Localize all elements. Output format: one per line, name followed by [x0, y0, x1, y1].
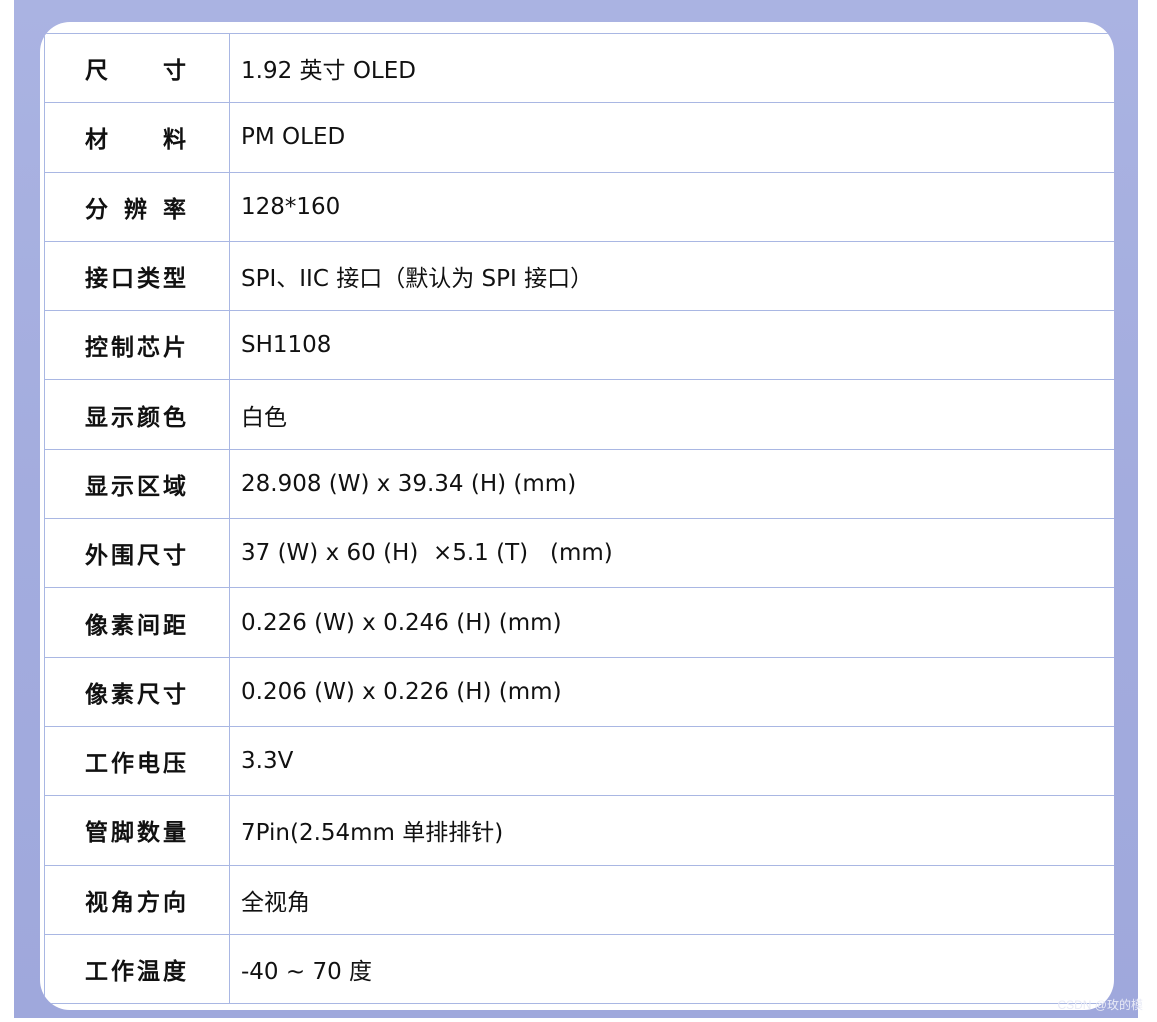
- spec-value: SPI、IIC 接口（默认为 SPI 接口）: [229, 240, 1114, 312]
- spec-label: 显示颜色: [85, 404, 187, 431]
- spec-label-cell: 工作温度: [44, 933, 230, 1005]
- spec-row: 外围尺寸 37 (W) x 60 (H) ×5.1 (T) (mm): [44, 518, 1114, 589]
- spec-label-cell: 显示区域: [44, 448, 230, 520]
- spec-label: 像素尺寸: [85, 681, 187, 708]
- spec-label: 材 料: [85, 127, 187, 154]
- spec-label: 分辨率: [85, 196, 187, 223]
- spec-label-cell: 外围尺寸: [44, 518, 230, 589]
- spec-card: 尺 寸 1.92 英寸 OLED 材 料 PM OLED 分辨率 128*160…: [40, 22, 1114, 1010]
- page: 尺 寸 1.92 英寸 OLED 材 料 PM OLED 分辨率 128*160…: [0, 0, 1157, 1022]
- watermark: CSDN @玫的模: [1057, 998, 1143, 1012]
- spec-value: 0.226 (W) x 0.246 (H) (mm): [229, 587, 1114, 658]
- spec-row: 像素尺寸 0.206 (W) x 0.226 (H) (mm): [44, 656, 1114, 727]
- spec-label: 管脚数量: [85, 820, 187, 847]
- spec-label: 接口类型: [85, 266, 187, 293]
- spec-row: 接口类型 SPI、IIC 接口（默认为 SPI 接口）: [44, 240, 1114, 312]
- spec-label: 视角方向: [85, 889, 187, 916]
- spec-label: 工作温度: [85, 959, 187, 985]
- spec-value: 全视角: [229, 864, 1114, 935]
- spec-row: 工作温度 -40 ~ 70 度: [44, 933, 1114, 1005]
- spec-label-cell: 像素尺寸: [44, 656, 230, 727]
- spec-label-cell: 像素间距: [44, 587, 230, 658]
- spec-value: PM OLED: [229, 102, 1114, 173]
- spec-row: 工作电压 3.3V: [44, 725, 1114, 797]
- spec-label-cell: 材 料: [44, 102, 230, 173]
- spec-label: 外围尺寸: [85, 543, 187, 570]
- spec-row: 材 料 PM OLED: [44, 102, 1114, 173]
- spec-row: 管脚数量 7Pin(2.54mm 单排排针): [44, 795, 1114, 866]
- spec-label-cell: 分辨率: [44, 171, 230, 242]
- spec-label-cell: 显示颜色: [44, 379, 230, 450]
- spec-value: 白色: [229, 379, 1114, 450]
- spec-label: 尺 寸: [85, 58, 187, 85]
- spec-table: 尺 寸 1.92 英寸 OLED 材 料 PM OLED 分辨率 128*160…: [44, 32, 1114, 1005]
- spec-label: 像素间距: [85, 612, 187, 639]
- spec-label: 控制芯片: [85, 335, 187, 362]
- spec-value: 28.908 (W) x 39.34 (H) (mm): [229, 448, 1114, 520]
- spec-row: 显示颜色 白色: [44, 379, 1114, 450]
- spec-row: 尺 寸 1.92 英寸 OLED: [44, 32, 1114, 104]
- spec-label-cell: 尺 寸: [44, 32, 230, 104]
- spec-value: 37 (W) x 60 (H) ×5.1 (T) (mm): [229, 518, 1114, 589]
- spec-value: 7Pin(2.54mm 单排排针): [229, 795, 1114, 866]
- spec-value: 1.92 英寸 OLED: [229, 32, 1114, 104]
- spec-label: 显示区域: [85, 473, 187, 500]
- spec-label-cell: 控制芯片: [44, 310, 230, 381]
- spec-label-cell: 管脚数量: [44, 795, 230, 866]
- spec-value: SH1108: [229, 310, 1114, 381]
- spec-label-cell: 工作电压: [44, 725, 230, 797]
- spec-row: 视角方向 全视角: [44, 864, 1114, 935]
- spec-row: 分辨率 128*160: [44, 171, 1114, 242]
- spec-value: 128*160: [229, 171, 1114, 242]
- spec-value: 3.3V: [229, 725, 1114, 797]
- spec-value: -40 ~ 70 度: [229, 933, 1114, 1005]
- spec-row: 像素间距 0.226 (W) x 0.246 (H) (mm): [44, 587, 1114, 658]
- spec-table-body: 尺 寸 1.92 英寸 OLED 材 料 PM OLED 分辨率 128*160…: [44, 32, 1114, 1005]
- spec-label-cell: 接口类型: [44, 240, 230, 312]
- spec-value: 0.206 (W) x 0.226 (H) (mm): [229, 656, 1114, 727]
- spec-row: 控制芯片 SH1108: [44, 310, 1114, 381]
- spec-label: 工作电压: [85, 751, 187, 778]
- spec-label-cell: 视角方向: [44, 864, 230, 935]
- spec-row: 显示区域 28.908 (W) x 39.34 (H) (mm): [44, 448, 1114, 520]
